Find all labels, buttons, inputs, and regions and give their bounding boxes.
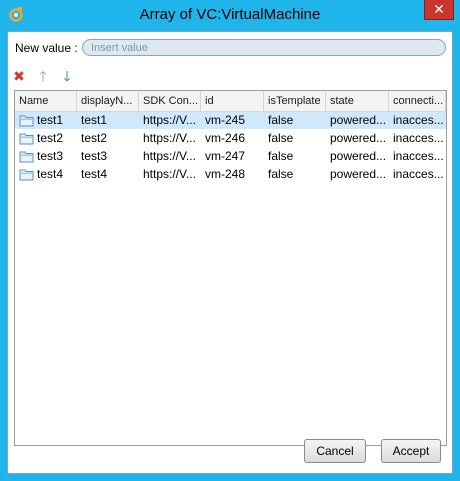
window-title: Array of VC:VirtualMachine bbox=[139, 6, 321, 23]
cell-display-name: test4 bbox=[81, 167, 108, 181]
vm-name: test1 bbox=[37, 113, 64, 127]
cell-is-template: false bbox=[268, 167, 294, 181]
dialog-content: New value : ✖ 🡑 🡓 NamedisplayN...SDK Con..… bbox=[7, 31, 453, 474]
vm-name: test3 bbox=[37, 149, 64, 163]
cell-connection-state: inacces... bbox=[393, 149, 444, 163]
cell-id: vm-246 bbox=[205, 131, 246, 145]
table-row[interactable]: test3 test3 https://V... vm-247 false powered… bbox=[15, 148, 446, 165]
cell-sdk-connection: https://V... bbox=[143, 113, 196, 127]
vm-name: test4 bbox=[37, 167, 64, 181]
move-down-icon[interactable]: 🡓 bbox=[60, 68, 74, 84]
new-value-label: New value : bbox=[15, 41, 78, 55]
cell-is-template: false bbox=[268, 131, 294, 145]
cell-state: powered... bbox=[330, 113, 387, 127]
vm-icon bbox=[19, 169, 34, 181]
new-value-input[interactable] bbox=[82, 39, 446, 56]
cell-name: test1 bbox=[15, 112, 77, 129]
cell-name: test2 bbox=[15, 130, 77, 147]
cell-state: powered... bbox=[330, 167, 387, 181]
cell-state: powered... bbox=[330, 149, 387, 163]
cell-connection-state: inacces... bbox=[393, 113, 444, 127]
cell-sdk-connection: https://V... bbox=[143, 149, 196, 163]
vm-name: test2 bbox=[37, 131, 64, 145]
cell-connection-state: inacces... bbox=[393, 167, 444, 181]
column-header-is-template[interactable]: isTemplate bbox=[264, 91, 326, 111]
close-button[interactable]: ✕ bbox=[424, 0, 454, 20]
column-header-state[interactable]: state bbox=[326, 91, 389, 111]
move-up-icon[interactable]: 🡑 bbox=[36, 68, 50, 84]
table-row[interactable]: test4 test4 https://V... vm-248 false powered… bbox=[15, 166, 446, 183]
cancel-button[interactable]: Cancel bbox=[304, 439, 366, 463]
cell-is-template: false bbox=[268, 149, 294, 163]
column-header-name[interactable]: Name bbox=[15, 91, 77, 111]
cell-display-name: test3 bbox=[81, 149, 108, 163]
vm-table: Name displayN... SDK Con... id isTemplate sta… bbox=[14, 90, 447, 446]
delete-icon[interactable]: ✖ bbox=[12, 68, 26, 84]
cell-sdk-connection: https://V... bbox=[143, 167, 196, 181]
cell-id: vm-247 bbox=[205, 149, 246, 163]
dialog-window: Array of VC:VirtualMachine ✕ New value :… bbox=[0, 0, 460, 481]
cell-state: powered... bbox=[330, 131, 387, 145]
cell-connection-state: inacces... bbox=[393, 131, 444, 145]
table-row[interactable]: test2 test2 https://V... vm-246 false powered… bbox=[15, 130, 446, 147]
vm-icon bbox=[19, 151, 34, 163]
cell-id: vm-245 bbox=[205, 113, 246, 127]
cell-name: test3 bbox=[15, 148, 77, 165]
cell-is-template: false bbox=[268, 113, 294, 127]
title-bar[interactable]: Array of VC:VirtualMachine ✕ bbox=[0, 0, 460, 31]
cell-display-name: test1 bbox=[81, 113, 108, 127]
cell-id: vm-248 bbox=[205, 167, 246, 181]
accept-button[interactable]: Accept bbox=[381, 439, 441, 463]
vm-icon bbox=[19, 133, 34, 145]
column-header-connection-state[interactable]: connecti... bbox=[389, 91, 446, 111]
cell-name: test4 bbox=[15, 166, 77, 183]
cell-sdk-connection: https://V... bbox=[143, 131, 196, 145]
cell-display-name: test2 bbox=[81, 131, 108, 145]
column-header-display-name[interactable]: displayN... bbox=[77, 91, 139, 111]
table-header: Name displayN... SDK Con... id isTemplate sta… bbox=[15, 91, 446, 112]
column-header-sdk-connection[interactable]: SDK Con... bbox=[139, 91, 201, 111]
vm-icon bbox=[19, 115, 34, 127]
table-row[interactable]: test1 test1 https://V... vm-245 false powered… bbox=[15, 112, 446, 129]
column-header-id[interactable]: id bbox=[201, 91, 264, 111]
